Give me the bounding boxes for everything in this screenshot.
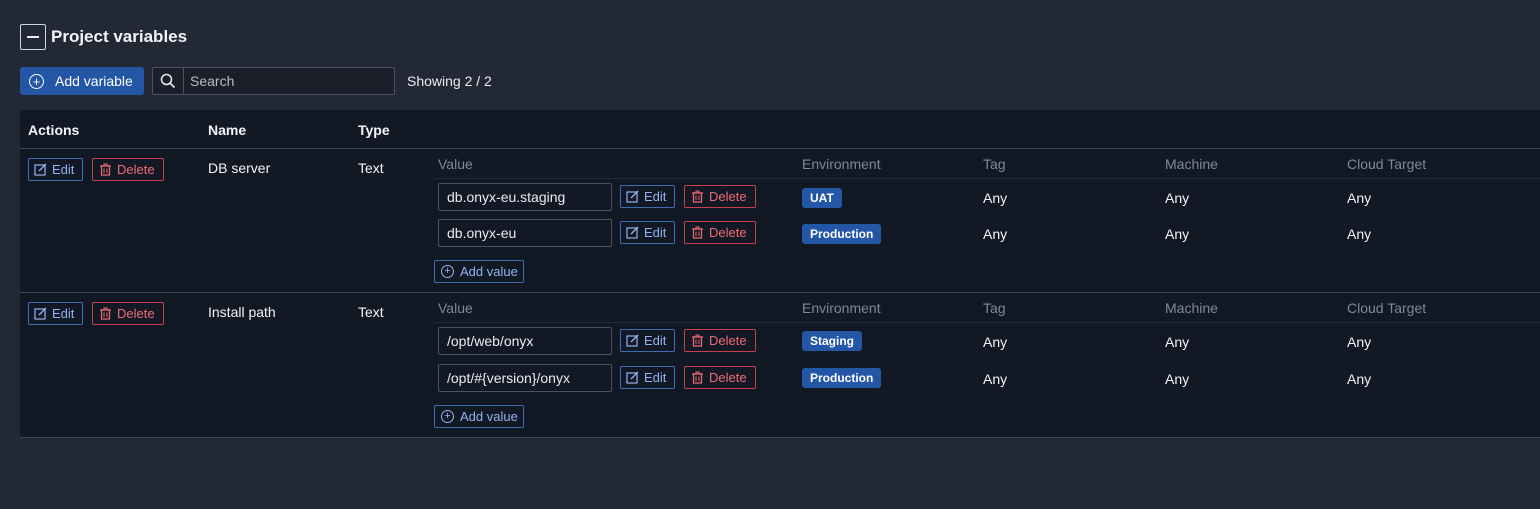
value-input[interactable]: /opt/web/onyx <box>438 327 612 355</box>
search-box <box>152 67 395 95</box>
trash-icon <box>692 226 703 239</box>
add-variable-label: Add variable <box>55 73 133 89</box>
delete-value-button[interactable]: Delete <box>684 185 756 208</box>
column-name: Name <box>208 122 247 138</box>
trash-icon <box>692 334 703 347</box>
variable-type: Text <box>358 304 384 320</box>
delete-value-button[interactable]: Delete <box>684 366 756 389</box>
values-subheader: Value Environment Tag Machine Cloud Targ… <box>434 149 1540 179</box>
delete-variable-button[interactable]: Delete <box>92 158 164 181</box>
value-input[interactable]: db.onyx-eu.staging <box>438 183 612 211</box>
tag-value: Any <box>983 334 1008 350</box>
collapse-button[interactable] <box>20 24 46 50</box>
cloud-target-value: Any <box>1347 334 1372 350</box>
edit-value-button[interactable]: Edit <box>620 221 675 244</box>
variables-table: Actions Name Type Edit Delete DB server … <box>20 110 1540 438</box>
edit-icon <box>34 307 47 320</box>
trash-icon <box>100 163 111 176</box>
tag-value: Any <box>983 371 1008 387</box>
tag-value: Any <box>983 190 1008 206</box>
delete-value-button[interactable]: Delete <box>684 221 756 244</box>
plus-circle-icon: + <box>441 265 454 278</box>
edit-icon <box>626 190 639 203</box>
plus-circle-icon: + <box>29 73 44 89</box>
edit-icon <box>626 334 639 347</box>
edit-value-button[interactable]: Edit <box>620 185 675 208</box>
showing-count: Showing 2 / 2 <box>407 73 492 89</box>
column-actions: Actions <box>28 122 80 138</box>
table-row: Edit Delete Install path Text Value Envi… <box>20 293 1540 438</box>
column-type: Type <box>358 122 390 138</box>
edit-icon <box>626 226 639 239</box>
machine-value: Any <box>1165 371 1190 387</box>
add-variable-button[interactable]: + Add variable <box>20 67 144 95</box>
edit-icon <box>626 371 639 384</box>
environment-badge: Staging <box>802 331 862 351</box>
delete-value-button[interactable]: Delete <box>684 329 756 352</box>
machine-value: Any <box>1165 190 1190 206</box>
section-header: Project variables <box>20 24 187 50</box>
variable-name: Install path <box>208 304 276 320</box>
machine-value: Any <box>1165 334 1190 350</box>
machine-value: Any <box>1165 226 1190 242</box>
value-input[interactable]: /opt/#{version}/onyx <box>438 364 612 392</box>
plus-circle-icon: + <box>441 410 454 423</box>
trash-icon <box>692 371 703 384</box>
toolbar: + Add variable Showing 2 / 2 <box>20 67 492 95</box>
add-value-button[interactable]: + Add value <box>434 405 524 428</box>
delete-variable-button[interactable]: Delete <box>92 302 164 325</box>
search-input[interactable] <box>184 68 394 94</box>
cloud-target-value: Any <box>1347 371 1372 387</box>
minus-icon <box>27 36 39 38</box>
page-title: Project variables <box>51 27 188 46</box>
search-icon <box>153 68 184 94</box>
values-subheader: Value Environment Tag Machine Cloud Targ… <box>434 293 1540 323</box>
tag-value: Any <box>983 226 1008 242</box>
trash-icon <box>692 190 703 203</box>
environment-badge: Production <box>802 368 882 388</box>
table-header: Actions Name Type <box>20 110 1540 149</box>
trash-icon <box>100 307 111 320</box>
variable-name: DB server <box>208 160 271 176</box>
value-input[interactable]: db.onyx-eu <box>438 219 612 247</box>
edit-variable-button[interactable]: Edit <box>28 302 83 325</box>
edit-icon <box>34 163 47 176</box>
edit-value-button[interactable]: Edit <box>620 329 675 352</box>
table-row: Edit Delete DB server Text Value Environ… <box>20 149 1540 293</box>
cloud-target-value: Any <box>1347 226 1372 242</box>
add-value-button[interactable]: + Add value <box>434 260 524 283</box>
environment-badge: UAT <box>802 188 842 208</box>
edit-value-button[interactable]: Edit <box>620 366 675 389</box>
variable-type: Text <box>358 160 384 176</box>
cloud-target-value: Any <box>1347 190 1372 206</box>
edit-variable-button[interactable]: Edit <box>28 158 83 181</box>
environment-badge: Production <box>802 224 882 244</box>
